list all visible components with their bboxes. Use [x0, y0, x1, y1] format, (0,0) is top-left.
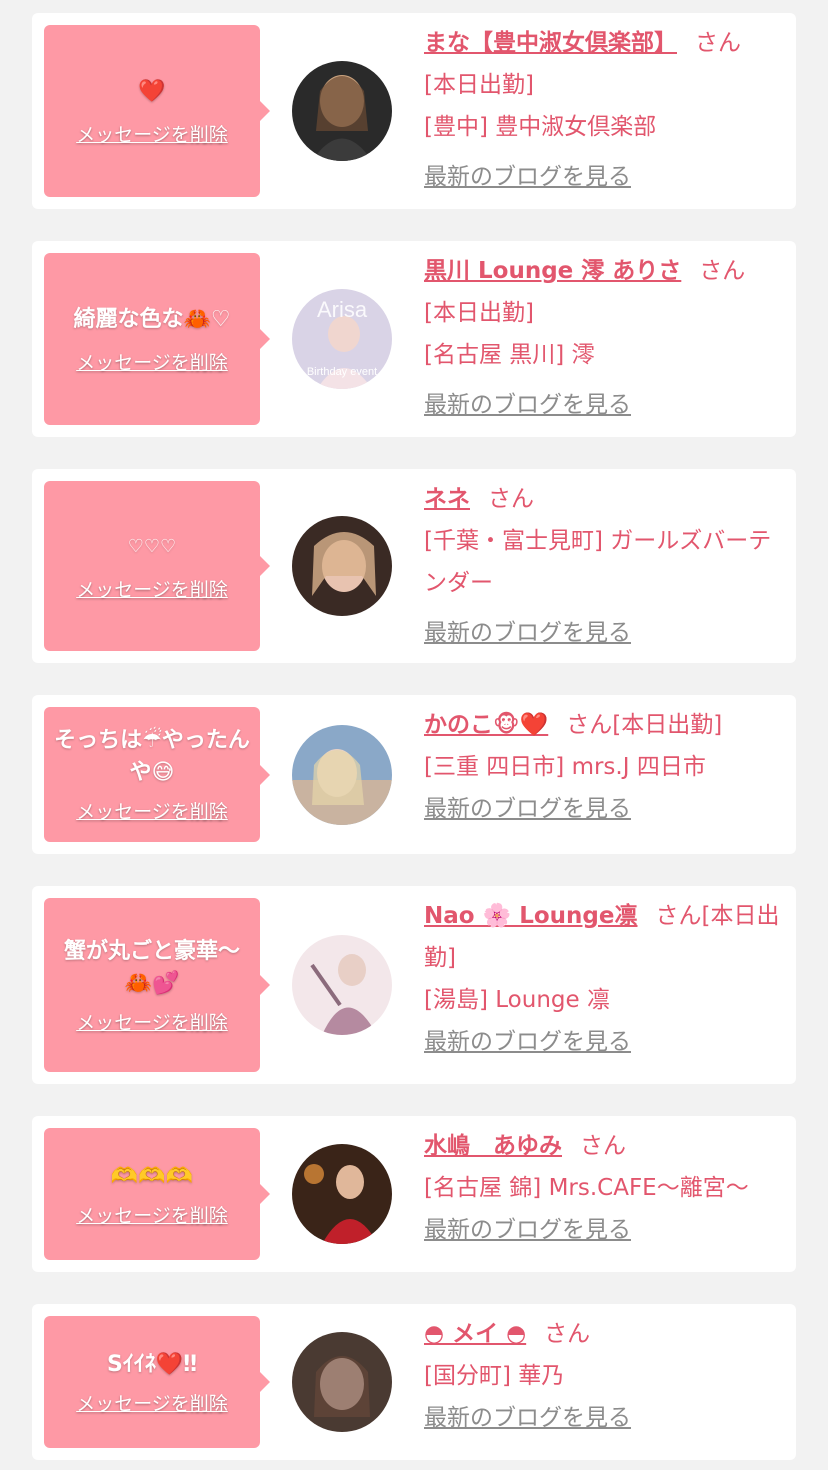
status-text: [本日出勤]: [424, 72, 534, 98]
avatar[interactable]: [292, 1144, 392, 1244]
cast-info: 水嶋 あゆみ さん [名古屋 錦] Mrs.CAFE〜離宮〜 最新のブログを見る: [424, 1125, 784, 1251]
latest-blog-link[interactable]: 最新のブログを見る: [424, 1209, 631, 1251]
cast-name-link[interactable]: かのこ🐵❤️: [424, 712, 548, 738]
cast-name-link[interactable]: まな【豊中淑女倶楽部】: [424, 30, 677, 56]
status-text: [本日出勤]: [612, 712, 723, 738]
delete-message-link[interactable]: メッセージを削除: [76, 348, 228, 375]
honorific: さん: [544, 1321, 591, 1347]
delete-message-link[interactable]: メッセージを削除: [76, 1201, 228, 1228]
avatar[interactable]: [292, 61, 392, 161]
message-text: Sｲｲﾈ❤️‼: [106, 1351, 198, 1377]
message-text: そっちは☔やったんや😅: [54, 728, 250, 785]
latest-blog-link[interactable]: 最新のブログを見る: [424, 612, 631, 654]
avatar[interactable]: [292, 725, 392, 825]
list-item: ❤️ メッセージを削除 まな【豊中淑女倶楽部】 さん [本日出勤] [豊中] 豊中…: [32, 13, 796, 209]
shop-text: [名古屋 錦] Mrs.CAFE〜離宮〜: [424, 1175, 749, 1201]
cast-info: ネネ さん [千葉・富士見町] ガールズバーテンダー 最新のブログを見る: [424, 478, 784, 654]
honorific: さん: [655, 903, 702, 929]
list-item: ♡♡♡ メッセージを削除 ネネ さん [千葉・富士見町] ガールズバーテンダー 最…: [32, 469, 796, 663]
cast-info: まな【豊中淑女倶楽部】 さん [本日出勤] [豊中] 豊中淑女倶楽部 最新のブログ…: [424, 22, 784, 198]
honorific: さん: [566, 712, 613, 738]
honorific: さん: [580, 1133, 626, 1159]
shop-text: [千葉・富士見町] ガールズバーテンダー: [424, 528, 772, 596]
message-bubble: Sｲｲﾈ❤️‼ メッセージを削除: [44, 1316, 270, 1448]
delete-message-link[interactable]: メッセージを削除: [76, 575, 228, 602]
message-text: 綺麗な色な🦀♡: [73, 306, 231, 332]
message-text: ♡♡♡: [127, 535, 177, 557]
message-bubble: 蟹が丸ごと豪華〜🦀💕 メッセージを削除: [44, 898, 270, 1072]
cast-info: Nao 🌸 Lounge凛 さん[本日出勤] [湯島] Lounge 凛 最新のブ…: [424, 895, 784, 1063]
delete-message-link[interactable]: メッセージを削除: [76, 1008, 228, 1035]
cast-info: かのこ🐵❤️ さん[本日出勤] [三重 四日市] mrs.J 四日市 最新のブログ…: [424, 704, 784, 830]
list-item: そっちは☔やったんや😅 メッセージを削除 かのこ🐵❤️ さん[本日出勤] [三重 …: [32, 695, 796, 854]
honorific: さん: [488, 486, 534, 512]
shop-text: [湯島] Lounge 凛: [424, 987, 610, 1013]
favorites-message-list: ❤️ メッセージを削除 まな【豊中淑女倶楽部】 さん [本日出勤] [豊中] 豊中…: [0, 0, 828, 1470]
latest-blog-link[interactable]: 最新のブログを見る: [424, 1021, 631, 1063]
message-bubble: 🫶🫶🫶 メッセージを削除: [44, 1128, 270, 1260]
cast-name-link[interactable]: Nao 🌸 Lounge凛: [424, 903, 638, 929]
delete-message-link[interactable]: メッセージを削除: [76, 797, 228, 824]
latest-blog-link[interactable]: 最新のブログを見る: [424, 1397, 631, 1439]
honorific: さん: [695, 30, 741, 56]
honorific: さん: [699, 258, 746, 284]
latest-blog-link[interactable]: 最新のブログを見る: [424, 156, 631, 198]
status-text: [本日出勤]: [424, 300, 534, 326]
latest-blog-link[interactable]: 最新のブログを見る: [424, 384, 631, 426]
cast-name-link[interactable]: 水嶋 あゆみ: [424, 1133, 562, 1159]
list-item: 蟹が丸ごと豪華〜🦀💕 メッセージを削除 Nao 🌸 Lounge凛 さん[本日出勤…: [32, 886, 796, 1084]
cast-name-link[interactable]: 黒川 Lounge 澪 ありさ: [424, 258, 681, 284]
list-item: Sｲｲﾈ❤️‼ メッセージを削除 ◓ メイ ◓ さん [国分町] 華乃 最新のブロ…: [32, 1304, 796, 1460]
delete-message-link[interactable]: メッセージを削除: [76, 120, 228, 147]
message-text: 蟹が丸ごと豪華〜🦀💕: [63, 938, 240, 996]
message-bubble: ❤️ メッセージを削除: [44, 25, 270, 197]
avatar[interactable]: [292, 1332, 392, 1432]
message-text: ❤️: [138, 78, 166, 104]
cast-info: ◓ メイ ◓ さん [国分町] 華乃 最新のブログを見る: [424, 1313, 784, 1439]
shop-text: [名古屋 黒川] 澪: [424, 342, 595, 368]
message-bubble: そっちは☔やったんや😅 メッセージを削除: [44, 707, 270, 842]
message-bubble: 綺麗な色な🦀♡ メッセージを削除: [44, 253, 270, 425]
cast-info: 黒川 Lounge 澪 ありさ さん [本日出勤] [名古屋 黒川] 澪 最新のブ…: [424, 250, 784, 426]
latest-blog-link[interactable]: 最新のブログを見る: [424, 788, 631, 830]
avatar[interactable]: [292, 516, 392, 616]
cast-name-link[interactable]: ◓ メイ ◓: [424, 1321, 526, 1347]
cast-name-link[interactable]: ネネ: [424, 486, 470, 512]
message-bubble: ♡♡♡ メッセージを削除: [44, 481, 270, 651]
list-item: 🫶🫶🫶 メッセージを削除 水嶋 あゆみ さん [名古屋 錦] Mrs.CAFE〜離…: [32, 1116, 796, 1272]
shop-text: [三重 四日市] mrs.J 四日市: [424, 754, 706, 780]
delete-message-link[interactable]: メッセージを削除: [76, 1389, 228, 1416]
shop-text: [国分町] 華乃: [424, 1363, 565, 1389]
avatar-caption-text: Birthday event: [307, 366, 377, 378]
list-item: 綺麗な色な🦀♡ メッセージを削除 Arisa Birthday event 黒川…: [32, 241, 796, 437]
avatar[interactable]: Arisa Birthday event: [292, 289, 392, 389]
avatar-overlay-text: Arisa: [317, 297, 368, 322]
message-text: 🫶🫶🫶: [110, 1163, 194, 1189]
avatar[interactable]: [292, 935, 392, 1035]
shop-text: [豊中] 豊中淑女倶楽部: [424, 114, 657, 140]
